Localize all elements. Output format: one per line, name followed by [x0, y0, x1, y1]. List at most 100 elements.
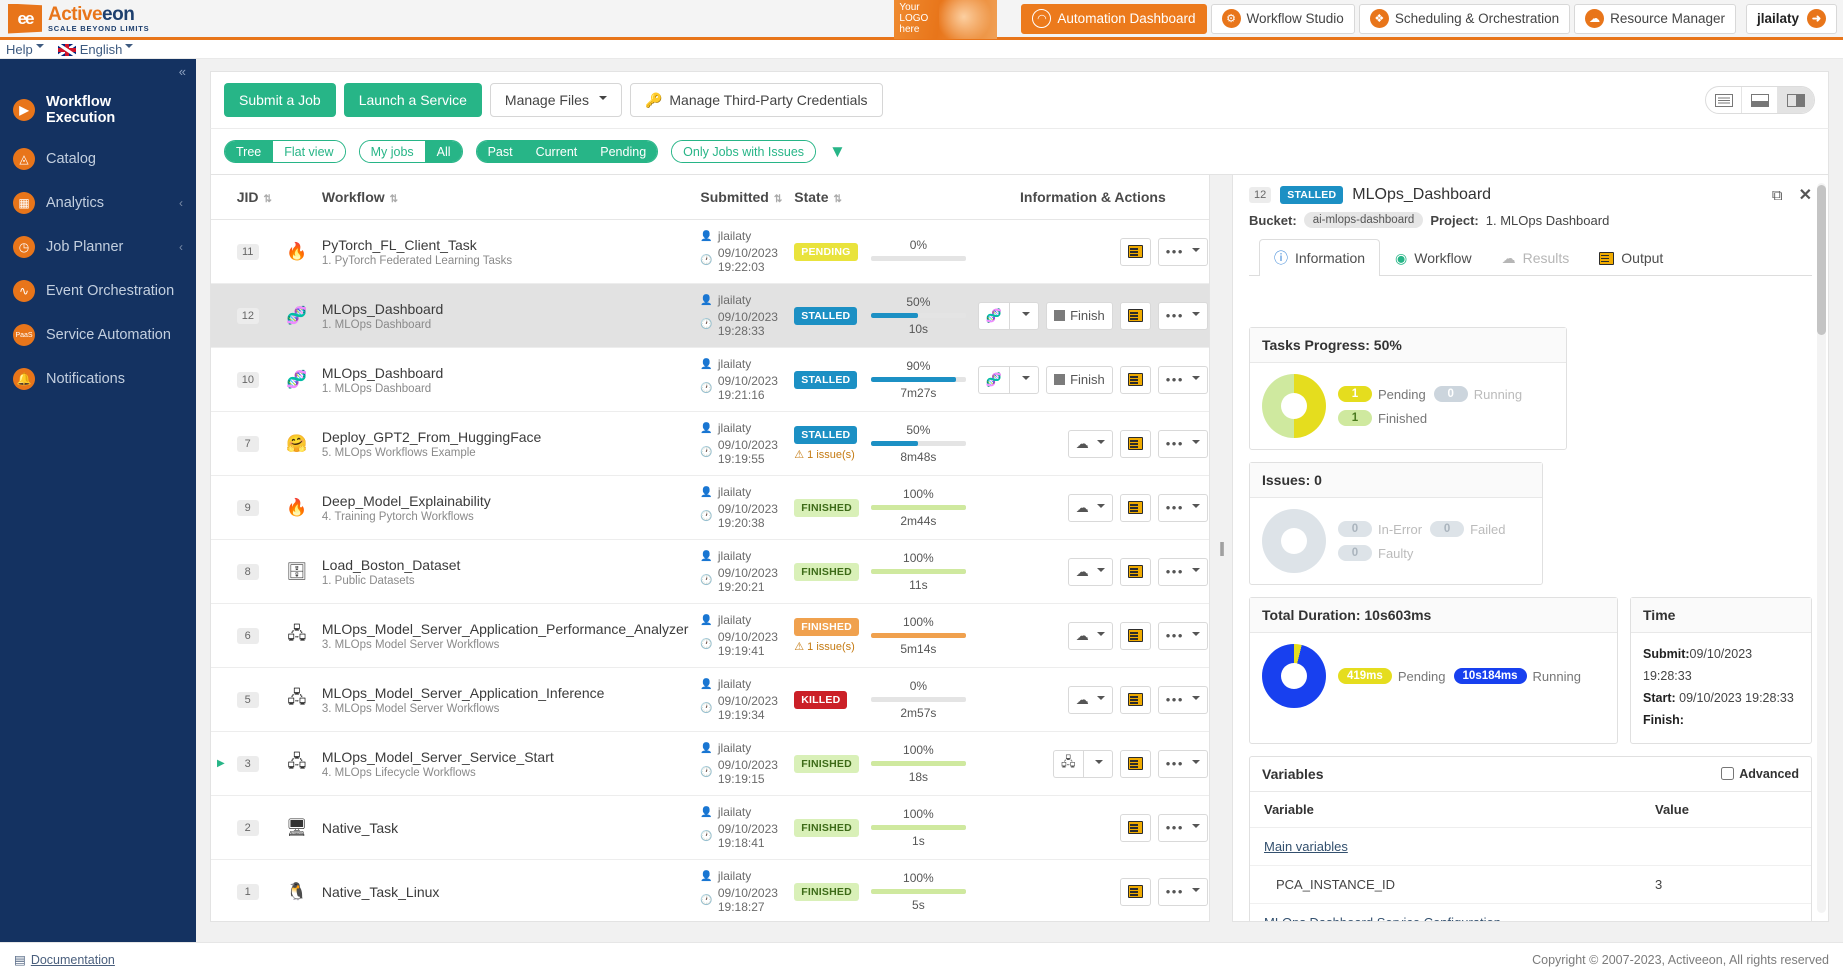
cell-workflow[interactable]: Deep_Model_Explainability 4. Training Pyt… — [315, 475, 695, 540]
more-actions-button[interactable]: ••• — [1157, 365, 1208, 394]
nav-automation-dashboard[interactable]: ◠ Automation Dashboard — [1021, 3, 1207, 34]
more-actions-button[interactable]: ••• — [1157, 493, 1208, 522]
nav-workflow-studio[interactable]: ⚙ Workflow Studio — [1210, 3, 1355, 34]
finish-button[interactable]: Finish — [1046, 301, 1113, 330]
tab-workflow[interactable]: ◉ Workflow — [1380, 239, 1487, 276]
download-results-button[interactable]: ☁ — [1067, 685, 1113, 714]
expand-toggle[interactable]: ▶ — [211, 731, 231, 796]
cell-workflow[interactable]: Native_Task — [315, 795, 695, 860]
header-jid[interactable]: JID ⇅ — [230, 175, 278, 220]
tab-output[interactable]: Output — [1584, 239, 1678, 276]
more-actions-button[interactable]: ••• — [1157, 557, 1208, 586]
sidebar-item-service-automation[interactable]: PaaS Service Automation — [0, 313, 196, 357]
finish-button[interactable]: Finish — [1046, 365, 1113, 394]
filter-flat-view[interactable]: Flat view — [273, 141, 345, 162]
sidebar-item-notifications[interactable]: 🔔 Notifications — [0, 357, 196, 401]
filter-past[interactable]: Past — [476, 141, 525, 162]
output-button[interactable] — [1119, 429, 1151, 458]
sidebar-item-job-planner[interactable]: ◷ Job Planner ‹ — [0, 225, 196, 269]
table-row[interactable]: 6 🖧 MLOps_Model_Server_Application_Perform… — [211, 603, 1209, 668]
filter-all[interactable]: All — [425, 141, 462, 162]
filter-current[interactable]: Current — [524, 141, 590, 162]
manage-credentials-button[interactable]: 🔑 Manage Third-Party Credentials — [629, 83, 883, 117]
pane-resize-handle[interactable]: || — [1210, 175, 1232, 922]
download-results-button[interactable]: ☁ — [1067, 493, 1113, 522]
sidebar-item-catalog[interactable]: ◬ Catalog — [0, 137, 196, 181]
more-actions-button[interactable]: ••• — [1157, 237, 1208, 266]
user-menu-button[interactable]: jlailaty ➜ — [1745, 3, 1837, 34]
more-actions-button[interactable]: ••• — [1157, 429, 1208, 458]
sidebar-collapse-button[interactable]: « — [0, 63, 196, 83]
output-button[interactable] — [1119, 493, 1151, 522]
cell-workflow[interactable]: Load_Boston_Dataset 1. Public Datasets — [315, 539, 695, 604]
nav-resource-manager[interactable]: ☁ Resource Manager — [1574, 3, 1736, 34]
variable-name[interactable]: MLOps Dashboard Service Configuration — [1250, 903, 1641, 921]
cell-workflow[interactable]: MLOps_Dashboard 1. MLOps Dashboard — [315, 283, 695, 348]
table-row[interactable]: 10 🧬 MLOps_Dashboard 1. MLOps Dashboard 👤 jla… — [211, 347, 1209, 412]
cell-workflow[interactable]: MLOps_Dashboard 1. MLOps Dashboard — [315, 347, 695, 412]
view-mode-split-vertical[interactable] — [1778, 87, 1814, 113]
language-menu[interactable]: English — [57, 42, 134, 57]
cell-workflow[interactable]: MLOps_Model_Server_Service_Start 4. MLOps… — [315, 731, 695, 796]
cell-workflow[interactable]: MLOps_Model_Server_Application_Performan… — [315, 603, 695, 668]
cell-workflow[interactable]: MLOps_Model_Server_Application_Inference… — [315, 667, 695, 732]
more-actions-button[interactable]: ••• — [1157, 813, 1208, 842]
output-button[interactable] — [1119, 557, 1151, 586]
submit-job-button[interactable]: Submit a Job — [224, 83, 336, 117]
advanced-checkbox[interactable] — [1721, 767, 1735, 780]
table-row[interactable]: 1 🐧 Native_Task_Linux 👤 jlailaty 🕐 09/10/2023 … — [211, 859, 1209, 921]
header-state[interactable]: State ⇅ — [788, 175, 865, 220]
primary-action-dropdown[interactable] — [1009, 301, 1040, 330]
close-icon[interactable]: ✕ — [1799, 185, 1812, 205]
output-button[interactable] — [1119, 301, 1151, 330]
header-workflow[interactable]: Workflow ⇅ — [315, 175, 695, 220]
table-row[interactable]: ▶ 3 🖧 MLOps_Model_Server_Service_Start 4. ML… — [211, 731, 1209, 796]
sidebar-item-event-orchestration[interactable]: ∿ Event Orchestration — [0, 269, 196, 313]
output-button[interactable] — [1119, 685, 1151, 714]
table-row[interactable]: 7 🤗 Deploy_GPT2_From_HuggingFace 5. MLOps W… — [211, 411, 1209, 476]
nav-scheduling-orchestration[interactable]: ❖ Scheduling & Orchestration — [1358, 3, 1571, 34]
output-button[interactable] — [1119, 877, 1151, 906]
bucket-chip[interactable]: ai-mlops-dashboard — [1303, 212, 1424, 228]
output-button[interactable] — [1119, 813, 1151, 842]
detail-scrollbar-thumb[interactable] — [1817, 185, 1826, 335]
service-icon[interactable]: 🧬 — [977, 301, 1010, 330]
more-actions-button[interactable]: ••• — [1157, 301, 1208, 330]
model-server-icon[interactable]: 🖧 — [1052, 749, 1083, 778]
launch-service-button[interactable]: Launch a Service — [343, 83, 482, 117]
more-actions-button[interactable]: ••• — [1157, 749, 1208, 778]
cell-workflow[interactable]: PyTorch_FL_Client_Task 1. PyTorch Federat… — [315, 219, 695, 284]
table-row[interactable]: 5 🖧 MLOps_Model_Server_Application_Inferen… — [211, 667, 1209, 732]
filter-tree[interactable]: Tree — [225, 141, 274, 162]
filter-only-jobs-with-issues[interactable]: Only Jobs with Issues — [672, 141, 816, 162]
sidebar-item-workflow-execution[interactable]: ▶ Workflow Execution — [0, 83, 196, 137]
filter-my-jobs[interactable]: My jobs — [359, 141, 426, 162]
sidebar-item-analytics[interactable]: ▦ Analytics ‹ — [0, 181, 196, 225]
more-actions-button[interactable]: ••• — [1157, 621, 1208, 650]
restore-icon[interactable]: ⧉ — [1772, 187, 1783, 204]
view-mode-list[interactable] — [1706, 87, 1742, 113]
variable-name[interactable]: Main variables — [1250, 827, 1641, 866]
output-button[interactable] — [1119, 237, 1151, 266]
table-row[interactable]: 11 🔥 PyTorch_FL_Client_Task 1. PyTorch Fede… — [211, 219, 1209, 284]
table-row[interactable]: 8 🗄 Load_Boston_Dataset 1. Public Datasets 👤… — [211, 539, 1209, 604]
output-button[interactable] — [1119, 621, 1151, 650]
table-row[interactable]: 9 🔥 Deep_Model_Explainability 4. Training P… — [211, 475, 1209, 540]
download-results-button[interactable]: ☁ — [1067, 429, 1113, 458]
help-menu[interactable]: Help — [6, 42, 44, 57]
filter-pending[interactable]: Pending — [589, 141, 658, 162]
advanced-toggle[interactable]: Advanced — [1721, 767, 1799, 781]
download-results-button[interactable]: ☁ — [1067, 621, 1113, 650]
table-row[interactable]: 12 🧬 MLOps_Dashboard 1. MLOps Dashboard 👤 jla… — [211, 283, 1209, 348]
documentation-link[interactable]: Documentation — [31, 953, 115, 967]
output-button[interactable] — [1119, 365, 1151, 394]
filter-funnel-icon[interactable]: ▼ — [829, 142, 846, 162]
tab-information[interactable]: ⓘ Information — [1259, 239, 1381, 276]
more-actions-button[interactable]: ••• — [1157, 685, 1208, 714]
brand-logo[interactable]: ee Activeeon SCALE BEYOND LIMITS — [0, 3, 149, 34]
cell-workflow[interactable]: Native_Task_Linux — [315, 859, 695, 921]
cell-workflow[interactable]: Deploy_GPT2_From_HuggingFace 5. MLOps Wor… — [315, 411, 695, 476]
more-actions-button[interactable]: ••• — [1157, 877, 1208, 906]
header-submitted[interactable]: Submitted ⇅ — [694, 175, 789, 220]
download-results-button[interactable]: ☁ — [1067, 557, 1113, 586]
